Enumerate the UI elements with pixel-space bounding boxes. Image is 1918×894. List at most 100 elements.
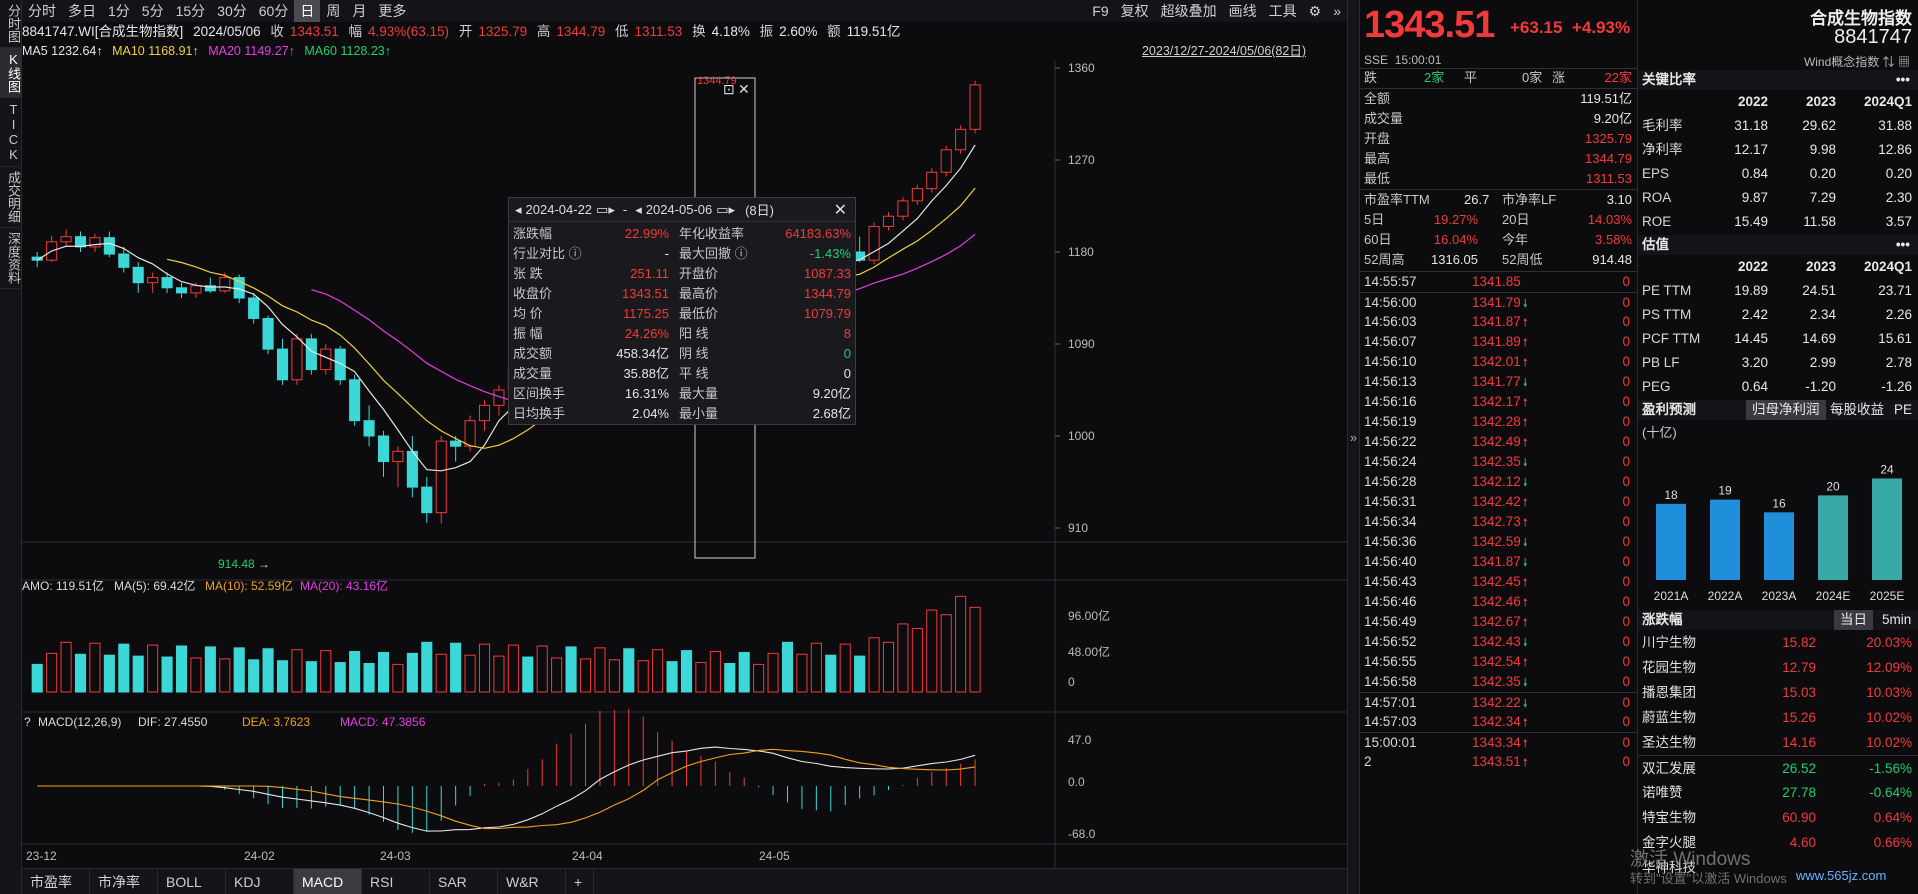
period-1min[interactable]: 1分 bbox=[102, 0, 136, 22]
mover-row[interactable]: 花园生物 12.79 12.09% bbox=[1638, 655, 1918, 680]
tools-button[interactable]: 工具 bbox=[1263, 0, 1303, 22]
tick-price: 1342.17 🠕 bbox=[1472, 392, 1572, 413]
settings-icon[interactable]: ⚙ bbox=[1303, 0, 1328, 22]
windows-watermark-sub: 转到"设置"以激活 Windows bbox=[1630, 871, 1787, 886]
tick-list[interactable]: 14:55:57 1341.85 0 14:56:00 1341.79 🠗 0 14:56:0… bbox=[1360, 272, 1638, 772]
switch-icon[interactable]: ⇅ bbox=[1883, 55, 1895, 69]
side-tab-tick[interactable]: TICK bbox=[0, 98, 22, 167]
table-cell: 23.71 bbox=[1878, 283, 1912, 298]
expand-icon[interactable]: » bbox=[1327, 0, 1347, 22]
period-multiday[interactable]: 多日 bbox=[62, 0, 102, 22]
tick-price-value: 1342.59 bbox=[1472, 534, 1521, 549]
period-week[interactable]: 周 bbox=[320, 0, 346, 22]
calendar-icon[interactable]: ▭ bbox=[596, 202, 608, 218]
draw-button[interactable]: 画线 bbox=[1223, 0, 1263, 22]
indicator-tab-市净率[interactable]: 市净率 bbox=[90, 869, 158, 894]
forecast-year-label: 2022A bbox=[1708, 589, 1743, 603]
period-month[interactable]: 月 bbox=[346, 0, 372, 22]
tick-price: 1342.22 🠗 bbox=[1472, 693, 1572, 714]
mover-row[interactable]: 川宁生物 15.82 20.03% bbox=[1638, 630, 1918, 655]
mover-row[interactable]: 圣达生物 14.16 10.02% bbox=[1638, 730, 1918, 755]
candle-body bbox=[147, 277, 159, 284]
arrow-up-icon: 🠕 bbox=[1522, 738, 1528, 750]
f9-button[interactable]: F9 bbox=[1086, 0, 1114, 22]
indicator-tab-add[interactable]: + bbox=[566, 869, 594, 894]
period-60min[interactable]: 60分 bbox=[253, 0, 295, 22]
volume-bar bbox=[738, 651, 750, 693]
forecast-bar-label: 16 bbox=[1772, 496, 1786, 510]
mover-row[interactable]: 双汇发展 26.52 -1.56% bbox=[1638, 755, 1918, 780]
forecast-tab-eps[interactable]: 每股收益 bbox=[1830, 400, 1884, 420]
mover-row[interactable]: 诺唯赞 27.78 -0.64% bbox=[1638, 780, 1918, 805]
date-range-selector[interactable]: 2023/12/27-2024/05/06(82日) bbox=[1142, 43, 1306, 60]
movers-tab-today[interactable]: 当日 bbox=[1834, 610, 1873, 630]
indicator-tab-rsi[interactable]: RSI bbox=[362, 869, 430, 894]
range-stats-popup: ◂ 2024-04-22 ▭ ▸ - ◂ 2024-05-06 ▭ ▸ (8日)… bbox=[508, 197, 856, 425]
panel-collapse-handle[interactable]: » bbox=[1347, 0, 1360, 894]
popup-end-date[interactable]: 2024-05-06 bbox=[646, 202, 713, 217]
table-cell: 3.57 bbox=[1885, 214, 1912, 229]
arrow-up-icon: 🠕 bbox=[1522, 357, 1528, 369]
amo-legend-ma5: MA(5): 69.42亿 bbox=[114, 578, 195, 593]
period-day[interactable]: 日 bbox=[294, 0, 321, 22]
table-cell: 0.20 bbox=[1885, 166, 1912, 181]
prev-end-icon[interactable]: ◂ bbox=[635, 202, 642, 218]
kline-chart[interactable]: 96.00亿 48.00亿 0 47.0 0.0 -68.0 1360 1270 1180 1… bbox=[22, 60, 1347, 868]
calendar-icon[interactable]: ▭ bbox=[716, 202, 728, 218]
app-window: 分时图 K线图 TICK 成交明细 深度资料 分时 多日 1分 5分 15分 3… bbox=[0, 0, 1918, 894]
period-5min[interactable]: 5分 bbox=[136, 0, 170, 22]
table-cell: 0.84 bbox=[1741, 166, 1768, 181]
candle-body bbox=[60, 236, 72, 243]
indicator-tab-macd[interactable]: MACD bbox=[294, 869, 362, 894]
indicator-tab-kdj[interactable]: KDJ bbox=[226, 869, 294, 894]
indicator-tab-w&r[interactable]: W&R bbox=[498, 869, 566, 894]
more-icon[interactable]: ••• bbox=[1896, 70, 1910, 90]
prev-start-icon[interactable]: ◂ bbox=[515, 202, 522, 218]
period-intraday[interactable]: 分时 bbox=[22, 0, 62, 22]
layout-icon[interactable]: ▦ bbox=[1898, 55, 1910, 69]
tick-row: 14:56:58 1342.35 🠗 0 bbox=[1360, 672, 1638, 692]
volume-bar bbox=[709, 651, 721, 693]
forecast-tab-profit[interactable]: 归母净利润 bbox=[1746, 400, 1826, 420]
mover-row[interactable]: 特宝生物 60.90 0.64% bbox=[1638, 805, 1918, 830]
popup-close-icon[interactable]: ✕ bbox=[834, 200, 847, 220]
side-tab-kline[interactable]: K线图 bbox=[0, 48, 22, 98]
tick-price-value: 1341.85 bbox=[1472, 274, 1521, 289]
mover-row[interactable]: 播恩集团 15.03 10.03% bbox=[1638, 680, 1918, 705]
tick-price: 1343.34 🠕 bbox=[1472, 733, 1572, 754]
tick-row: 14:56:00 1341.79 🠗 0 bbox=[1360, 292, 1638, 312]
tick-price: 1341.87 🠗 bbox=[1472, 552, 1572, 573]
period-15min[interactable]: 15分 bbox=[170, 0, 212, 22]
period-30min[interactable]: 30分 bbox=[211, 0, 253, 22]
next-start-icon[interactable]: ▸ bbox=[608, 202, 615, 218]
selection-close-icon[interactable]: ✕ bbox=[738, 81, 750, 97]
adjust-button[interactable]: 复权 bbox=[1115, 0, 1155, 22]
overlay-button[interactable]: 超级叠加 bbox=[1155, 0, 1223, 22]
popup-start-date[interactable]: 2024-04-22 bbox=[526, 202, 593, 217]
period-more[interactable]: 更多 bbox=[372, 0, 412, 22]
tick-price: 1341.87 🠕 bbox=[1472, 312, 1572, 333]
more-icon[interactable]: ••• bbox=[1896, 235, 1910, 255]
selection-box-icon[interactable]: ⊡ bbox=[723, 81, 735, 97]
tick-price-value: 1342.35 bbox=[1472, 674, 1521, 689]
tick-price-value: 1342.17 bbox=[1472, 394, 1521, 409]
side-tab-trades[interactable]: 成交明细 bbox=[0, 167, 22, 228]
price-axis-label: 1180 bbox=[1068, 245, 1094, 259]
tick-time: 14:56:03 bbox=[1364, 314, 1417, 329]
tick-row: 14:55:57 1341.85 0 bbox=[1360, 272, 1638, 292]
side-tab-depth[interactable]: 深度资料 bbox=[0, 228, 22, 289]
mover-row[interactable]: 蔚蓝生物 15.26 10.02% bbox=[1638, 705, 1918, 730]
tick-row: 14:56:49 1342.67 🠕 0 bbox=[1360, 612, 1638, 632]
movers-tab-5min[interactable]: 5min bbox=[1882, 610, 1911, 630]
next-end-icon[interactable]: ▸ bbox=[729, 202, 736, 218]
forecast-tab-pe[interactable]: PE bbox=[1894, 400, 1912, 420]
popup-stat-label: 最低价 bbox=[679, 306, 719, 321]
indicator-tab-boll[interactable]: BOLL bbox=[158, 869, 226, 894]
side-tab-intraday[interactable]: 分时图 bbox=[0, 0, 22, 48]
tick-price: 1342.73 🠕 bbox=[1472, 512, 1572, 533]
indicator-tab-sar[interactable]: SAR bbox=[430, 869, 498, 894]
open-value: 1325.79 bbox=[478, 24, 528, 39]
indicator-tab-市盈率[interactable]: 市盈率 bbox=[22, 869, 90, 894]
macd-help-icon[interactable]: ? bbox=[24, 715, 31, 729]
volume-bar bbox=[695, 662, 707, 693]
